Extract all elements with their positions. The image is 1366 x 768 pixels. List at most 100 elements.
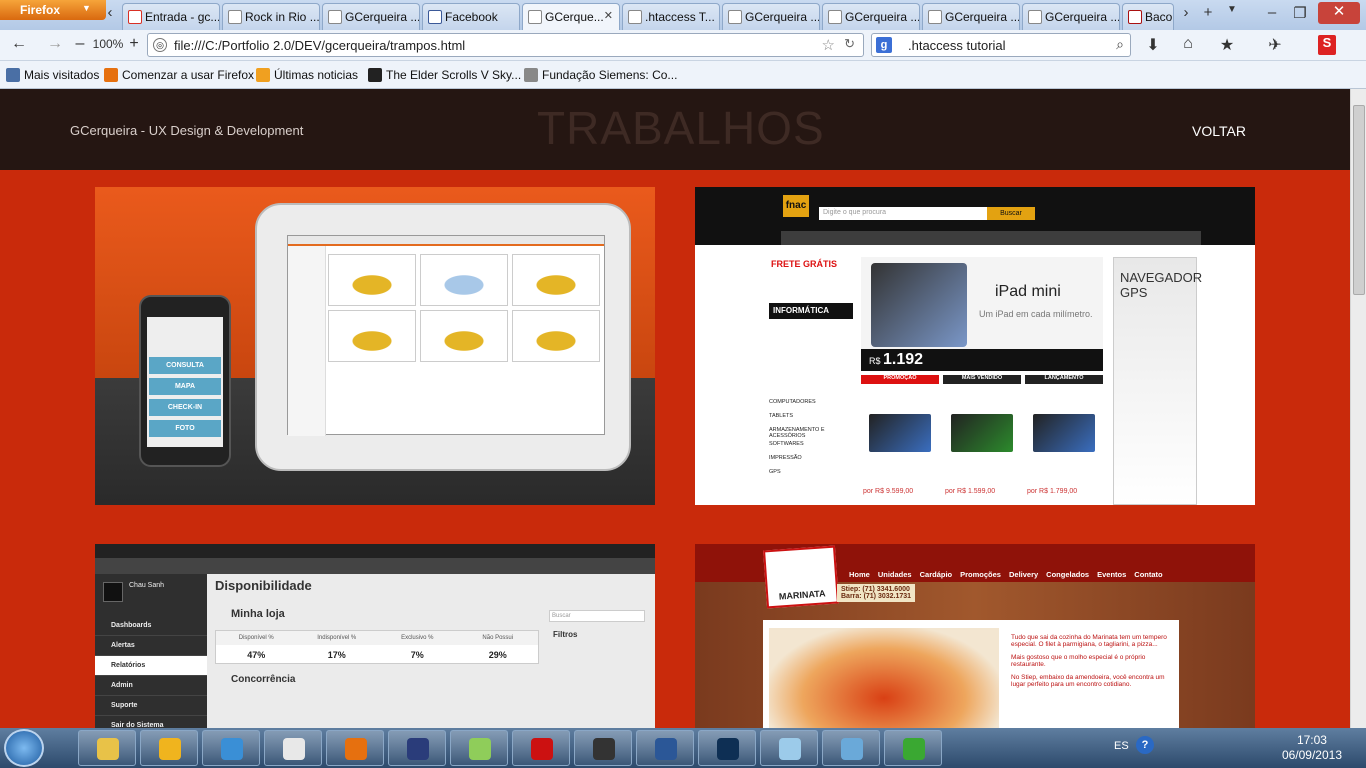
bookmark-star-icon[interactable]: ☆	[822, 36, 835, 54]
marinata-nav-item[interactable]: Congelados	[1046, 570, 1089, 579]
product-price: por R$ 9.599,00	[863, 488, 914, 495]
taskbar-explorer-button[interactable]	[78, 730, 136, 766]
tab-11[interactable]: Bacor	[1122, 3, 1174, 30]
tab-8[interactable]: GCerqueira ...	[822, 3, 920, 30]
project-card-dashboard[interactable]: Chau Sanh Dashboards Alertas Relatórios Adm…	[95, 544, 655, 728]
taskbar-kmplayer-button[interactable]	[388, 730, 446, 766]
restore-icon[interactable]: ❐	[1290, 4, 1310, 26]
back-icon[interactable]: ←	[8, 35, 30, 55]
project-card-marinata[interactable]: MARINATA Home Unidades Cardápio Promoções De…	[695, 544, 1255, 728]
fnac-menu-item[interactable]: SOFTWARES	[769, 441, 853, 455]
marinata-nav-item[interactable]: Promoções	[960, 570, 1001, 579]
dash-nav-item[interactable]: Sair do Sistema	[95, 716, 207, 728]
tab-5[interactable]: GCerque... ✕	[522, 3, 620, 31]
table-header: Não Possui	[482, 635, 514, 641]
fnac-menu-item[interactable]: GPS	[769, 469, 853, 483]
search-input[interactable]: g .htaccess tutorial ⌕	[871, 33, 1131, 57]
dash-nav-item[interactable]: Relatórios	[95, 656, 207, 676]
tab-7[interactable]: GCerqueira ...	[722, 3, 820, 30]
addon-s-icon[interactable]: S	[1318, 35, 1336, 55]
forward-icon[interactable]: →	[44, 35, 66, 55]
marinata-nav-item[interactable]: Contato	[1134, 570, 1162, 579]
taskbar-firefox-button[interactable]	[326, 730, 384, 766]
fnac-menu-item[interactable]: TABLETS	[769, 413, 853, 427]
taskbar-steam-button[interactable]	[574, 730, 632, 766]
tab-2[interactable]: Rock in Rio ...	[222, 3, 320, 30]
marinata-nav-item[interactable]: Home	[849, 570, 870, 579]
bookmark-3[interactable]: Últimas noticias	[256, 68, 358, 82]
bookmark-5[interactable]: Fundação Siemens: Co...	[524, 68, 677, 82]
ipad-banner[interactable]: iPad mini Um iPad em cada milímetro. R$ …	[861, 257, 1103, 371]
marinata-phones: Stiep: (71) 3341.6000 Barra: (71) 3032.17…	[837, 584, 916, 602]
reload-icon[interactable]: ↻	[844, 36, 855, 52]
fnac-menu-item[interactable]: COMPUTADORES	[769, 399, 853, 413]
tab-1[interactable]: Entrada - gc...	[122, 3, 220, 30]
help-icon[interactable]: ?	[1136, 736, 1154, 754]
dash-sidebar: Chau Sanh Dashboards Alertas Relatórios Adm…	[95, 574, 207, 728]
tab-10[interactable]: GCerqueira ...	[1022, 3, 1120, 30]
taskbar-notes-button[interactable]	[760, 730, 818, 766]
dash-nav-item[interactable]: Alertas	[95, 636, 207, 656]
bookmark-1[interactable]: Mais visitados	[6, 68, 99, 82]
site-brand[interactable]: GCerqueira - UX Design & Development	[70, 123, 303, 138]
project-card-mobile-app[interactable]: CONSULTA MAPA CHECK-IN FOTO	[95, 187, 655, 505]
tab-6[interactable]: .htaccess T...	[622, 3, 720, 30]
zoom-in-icon[interactable]: +	[126, 35, 142, 55]
tab-list-icon[interactable]: ▼	[1222, 4, 1242, 26]
tab-4[interactable]: Facebook	[422, 3, 520, 30]
back-link[interactable]: VOLTAR	[1192, 123, 1246, 139]
dash-nav-item[interactable]: Admin	[95, 676, 207, 696]
bookmarks-menu-icon[interactable]: ★	[1214, 35, 1240, 55]
project-card-fnac[interactable]: fnac Digite o que procura Buscar FRETE G…	[695, 187, 1255, 505]
bookmark-2[interactable]: Comenzar a usar Firefox	[104, 68, 254, 82]
home-icon[interactable]: ⌂	[1178, 35, 1198, 55]
marinata-nav-item[interactable]: Eventos	[1097, 570, 1126, 579]
taskbar-photos-button[interactable]	[822, 730, 880, 766]
scrollbar-thumb[interactable]	[1353, 105, 1365, 295]
marinata-nav-item[interactable]: Delivery	[1009, 570, 1038, 579]
clock[interactable]: 17:03 06/09/2013	[1282, 733, 1342, 763]
tabs-scroll-left-icon[interactable]: ‹	[100, 4, 120, 26]
downloads-icon[interactable]: ⬇	[1143, 35, 1163, 55]
start-button[interactable]	[4, 729, 44, 767]
url-bar[interactable]: ◎ file:///C:/Portfolio 2.0/DEV/gcerqueir…	[147, 33, 864, 57]
frete-gratis-badge: FRETE GRÁTIS	[771, 259, 838, 269]
minimize-icon[interactable]: –	[1262, 4, 1282, 26]
fnac-menu-item[interactable]: IMPRESSÃO	[769, 455, 853, 469]
taskbar-utorrent-button[interactable]	[884, 730, 942, 766]
fnac-product[interactable]: PROMOÇÃO por R$ 9.599,00	[861, 375, 939, 505]
fnac-search[interactable]: Digite o que procura	[819, 207, 987, 220]
close-window-icon[interactable]: ✕	[1318, 2, 1360, 24]
taskbar-word-button[interactable]	[636, 730, 694, 766]
dash-nav-item[interactable]: Dashboards	[95, 616, 207, 636]
close-tab-icon[interactable]: ✕	[604, 9, 613, 22]
fnac-product[interactable]: LANÇAMENTO por R$ 1.799,00	[1025, 375, 1103, 505]
taskbar-photoshop-button[interactable]	[698, 730, 756, 766]
bookmark-4[interactable]: The Elder Scrolls V Sky...	[368, 68, 521, 82]
taskbar-chrome-button[interactable]	[264, 730, 322, 766]
taskbar-network-button[interactable]	[202, 730, 260, 766]
fnac-search-button[interactable]: Buscar	[987, 207, 1035, 220]
tab-9[interactable]: GCerqueira ...	[922, 3, 1020, 30]
marinata-nav-item[interactable]: Cardápio	[920, 570, 953, 579]
zoom-level[interactable]: 100%	[90, 37, 126, 57]
firefox-menu-button[interactable]: Firefox ▼	[0, 0, 106, 20]
new-tab-icon[interactable]: +	[1198, 4, 1218, 26]
taskbar-notepad-button[interactable]	[450, 730, 508, 766]
zoom-out-icon[interactable]: –	[72, 35, 88, 55]
fnac-menu-item[interactable]: ARMAZENAMENTO E ACESSÓRIOS	[769, 427, 853, 441]
vertical-scrollbar[interactable]	[1350, 89, 1366, 728]
gps-ad[interactable]: NAVEGADOR GPS	[1113, 257, 1202, 505]
dash-nav-item[interactable]: Suporte	[95, 696, 207, 716]
tab-3[interactable]: GCerqueira ...	[322, 3, 420, 30]
tabs-scroll-right-icon[interactable]: ›	[1176, 4, 1196, 26]
language-indicator[interactable]: ES	[1114, 740, 1129, 752]
taskbar-acrobat-button[interactable]	[512, 730, 570, 766]
addon-icon[interactable]: ✈	[1262, 35, 1288, 55]
search-icon[interactable]: ⌕	[1116, 36, 1124, 53]
taskbar-winamp-button[interactable]	[140, 730, 198, 766]
fnac-product[interactable]: MAIS VENDIDO por R$ 1.599,00	[943, 375, 1021, 505]
dash-search[interactable]: Buscar	[549, 610, 645, 622]
marinata-nav-item[interactable]: Unidades	[878, 570, 912, 579]
table-cell: 47%	[247, 650, 266, 660]
